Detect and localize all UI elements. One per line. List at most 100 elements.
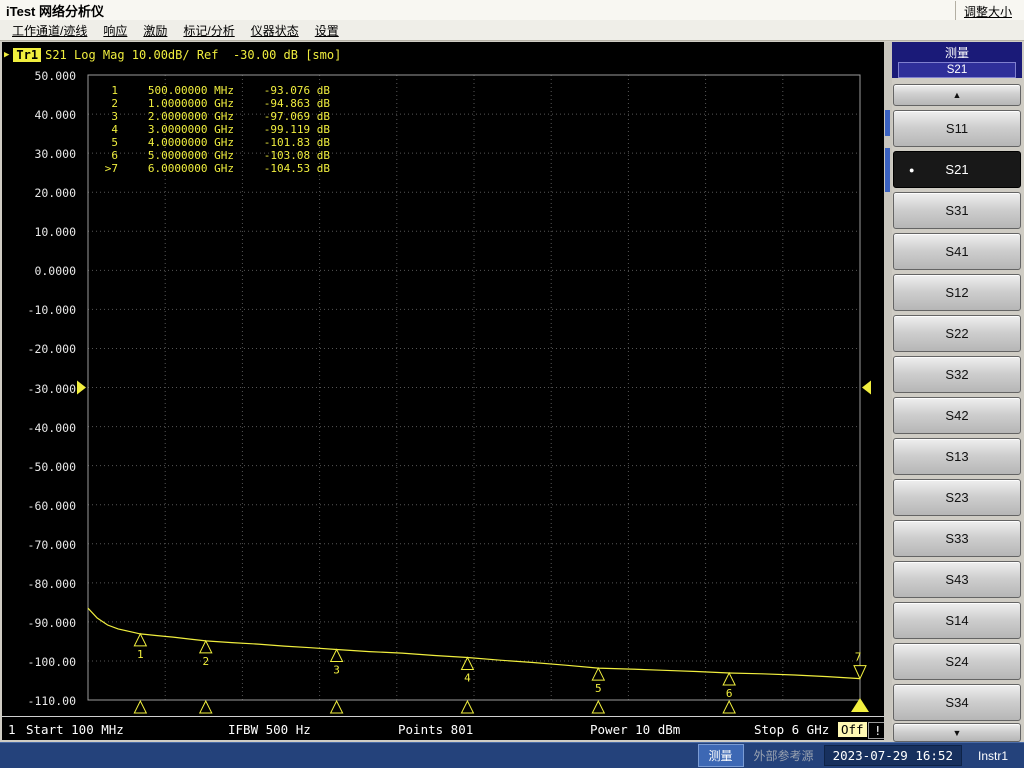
marker-triangle: [723, 673, 735, 685]
y-axis-label: -90.000: [28, 616, 76, 630]
scroll-down-button[interactable]: ▼: [893, 723, 1021, 742]
softkey-label: S14: [945, 613, 968, 628]
softkey-label: S31: [945, 203, 968, 218]
softkey-s24[interactable]: ●S24: [893, 643, 1021, 680]
menu-item[interactable]: 响应: [95, 20, 135, 41]
softkey-scrollbar[interactable]: [884, 42, 892, 740]
softkey-sidebar: 测量 S21 ▲ ●S11 ● S21 ●S31 ●S41 ●S12 ●S22 ●S32 ●S4…: [892, 42, 1022, 742]
softkey-s41[interactable]: ●S41: [893, 233, 1021, 270]
marker-readout-row: >76.0000000 GHz-104.53 dB: [98, 162, 330, 175]
sidebar-header: 测量 S21: [892, 42, 1022, 78]
menu-item[interactable]: 工作通道/迹线: [4, 20, 95, 41]
points-readout: Points 801: [398, 722, 473, 737]
taskbar: 测量 外部参考源 2023-07-29 16:52 Instr1: [0, 742, 1024, 768]
softkey-label: S42: [945, 408, 968, 423]
app-window: iTest 网络分析仪 调整大小 工作通道/迹线响应激励标记/分析仪器状态设置 …: [0, 0, 1024, 768]
external-reference-label: 外部参考源: [754, 747, 814, 764]
menu-item[interactable]: 标记/分析: [175, 20, 242, 41]
resize-button[interactable]: 调整大小: [955, 1, 1020, 22]
y-axis-labels: 50.00040.00030.00020.00010.0000.0000-10.…: [2, 42, 82, 740]
trace-badge[interactable]: Tr1: [13, 48, 41, 62]
y-axis-label: -80.000: [28, 577, 76, 591]
marker-axis-triangle: [723, 701, 735, 713]
marker-axis-triangle: [331, 701, 343, 713]
scroll-up-button[interactable]: ▲: [893, 84, 1021, 106]
y-axis-label: -70.000: [28, 538, 76, 552]
scrollbar-mark: [885, 148, 890, 192]
marker-triangle: [200, 641, 212, 653]
ifbw-readout: IFBW 500 Hz: [228, 722, 311, 737]
marker-number: 4: [464, 671, 471, 684]
softkey-list: ●S11 ● S21 ●S31 ●S41 ●S12 ●S22 ●S32 ●S42 ●S13 ●S23…: [892, 110, 1022, 721]
marker-number: 2: [202, 655, 209, 668]
marker-axis-triangle: [592, 701, 604, 713]
marker-triangle: [592, 668, 604, 680]
softkey-label: S22: [945, 326, 968, 341]
menu-item[interactable]: 设置: [307, 20, 347, 41]
softkey-s33[interactable]: ●S33: [893, 520, 1021, 557]
active-trace-arrow-icon: ▶: [4, 50, 9, 60]
y-axis-label: -110.00: [28, 694, 76, 708]
softkey-label: S12: [945, 285, 968, 300]
softkey-label: S41: [945, 244, 968, 259]
main-area: 1234567 50.00040.00030.00020.00010.0000.…: [0, 41, 1024, 742]
y-axis-label: -40.000: [28, 421, 76, 435]
trace-description: S21 Log Mag 10.00dB/ Ref -30.00 dB [smo]: [45, 48, 341, 62]
y-axis-label: 50.000: [34, 69, 76, 83]
channel-number: 1: [8, 722, 16, 737]
softkey-s14[interactable]: ●S14: [893, 602, 1021, 639]
softkey-s23[interactable]: ●S23: [893, 479, 1021, 516]
stop-frequency: Stop 6 GHz: [754, 722, 829, 737]
marker-axis-triangle: [461, 701, 473, 713]
y-axis-label: 30.000: [34, 147, 76, 161]
marker-triangle: [461, 657, 473, 669]
ref-level-arrow-right: [862, 381, 871, 395]
y-axis-label: -20.000: [28, 342, 76, 356]
y-axis-label: 40.000: [34, 108, 76, 122]
y-axis-label: -100.00: [28, 655, 76, 669]
softkey-label: S43: [945, 572, 968, 587]
instrument-name: Instr1: [972, 747, 1014, 765]
marker-readout-row: 54.0000000 GHz-101.83 dB: [98, 136, 330, 149]
y-axis-label: -30.000: [28, 382, 76, 396]
softkey-s42[interactable]: ●S42: [893, 397, 1021, 434]
marker-triangle: [854, 666, 866, 679]
softkey-s22[interactable]: ●S22: [893, 315, 1021, 352]
marker-axis-triangle: [134, 701, 146, 713]
marker-number: 5: [595, 682, 602, 695]
plot-status-bar: 1 Start 100 MHz IFBW 500 Hz Points 801 P…: [2, 716, 884, 740]
y-axis-label: 10.000: [34, 225, 76, 239]
softkey-s31[interactable]: ●S31: [893, 192, 1021, 229]
plot-panel: 1234567 50.00040.00030.00020.00010.0000.…: [2, 42, 884, 740]
softkey-s21[interactable]: ● S21: [893, 151, 1021, 188]
marker-readout-row: 21.0000000 GHz-94.863 dB: [98, 97, 330, 110]
sidebar-title: 测量: [892, 42, 1022, 61]
softkey-s12[interactable]: ●S12: [893, 274, 1021, 311]
marker-number: 6: [726, 687, 733, 700]
softkey-label: S32: [945, 367, 968, 382]
menu-item[interactable]: 仪器状态: [243, 20, 307, 41]
softkey-s32[interactable]: ●S32: [893, 356, 1021, 393]
softkey-label: S24: [945, 654, 968, 669]
power-readout: Power 10 dBm: [590, 722, 680, 737]
sidebar-subtitle: S21: [898, 62, 1016, 78]
softkey-label: S33: [945, 531, 968, 546]
softkey-s34[interactable]: ●S34: [893, 684, 1021, 721]
softkey-s11[interactable]: ●S11: [893, 110, 1021, 147]
clock-readout: 2023-07-29 16:52: [824, 745, 962, 766]
softkey-label: S23: [945, 490, 968, 505]
menu-item[interactable]: 激励: [135, 20, 175, 41]
selected-bullet-icon: ●: [909, 165, 914, 175]
chevron-up-icon: ▲: [953, 90, 962, 100]
softkey-label: S21: [945, 162, 968, 177]
taskbar-measure-button[interactable]: 测量: [698, 744, 744, 767]
marker-readout-row: 1500.00000 MHz-93.076 dB: [98, 84, 330, 97]
marker-axis-triangle: [200, 701, 212, 713]
softkey-label: S13: [945, 449, 968, 464]
softkey-s13[interactable]: ●S13: [893, 438, 1021, 475]
marker-number: 7: [855, 651, 862, 664]
marker-number: 3: [333, 663, 340, 676]
averaging-off-badge: Off: [838, 722, 867, 737]
y-axis-label: 0.0000: [34, 264, 76, 278]
softkey-s43[interactable]: ●S43: [893, 561, 1021, 598]
